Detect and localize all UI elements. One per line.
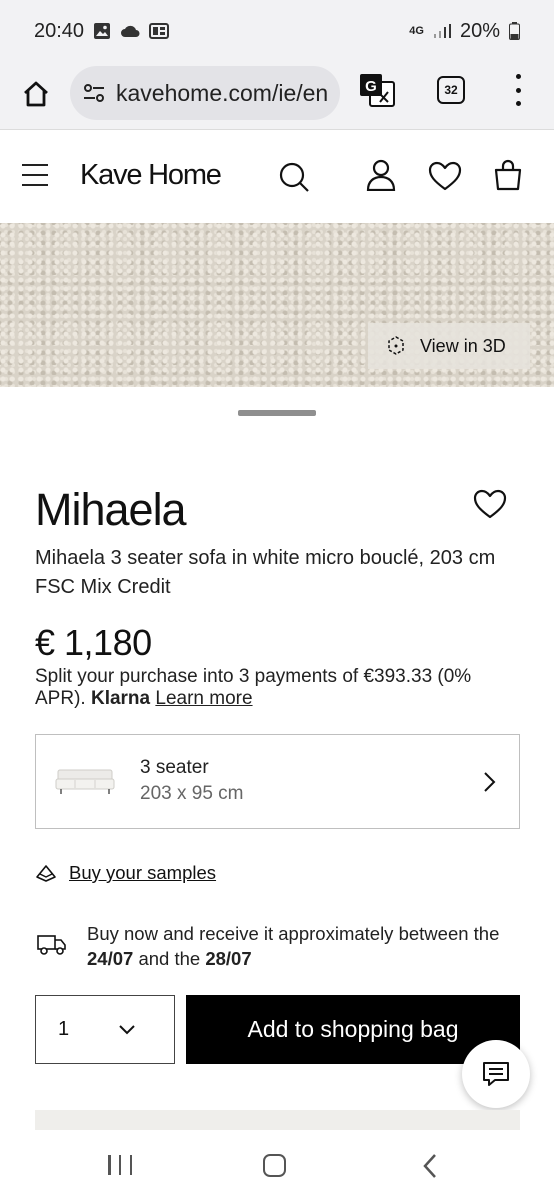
site-logo[interactable]: Kave Home	[80, 159, 222, 192]
system-nav-bar	[0, 1130, 554, 1200]
financing-info: Split your purchase into 3 payments of €…	[35, 666, 525, 710]
klarna-brand: Klarna	[90, 688, 151, 709]
site-header: Kave Home	[0, 131, 554, 223]
recent-apps-button[interactable]	[108, 1155, 132, 1175]
quantity-value: 1	[58, 1018, 70, 1040]
delivery-middle: and the	[138, 948, 201, 969]
heart-icon[interactable]	[428, 161, 462, 196]
translate-button[interactable]: G	[358, 72, 396, 110]
menu-icon[interactable]	[22, 164, 48, 186]
bag-icon[interactable]	[493, 159, 523, 196]
variant-selector[interactable]: 3 seater 203 x 95 cm	[35, 734, 520, 829]
chevron-down-icon	[119, 1024, 135, 1034]
more-icon	[515, 74, 521, 79]
product-subtitle: Mihaela 3 seater sofa in white micro bou…	[35, 547, 496, 598]
truck-icon	[37, 935, 66, 955]
battery-icon	[509, 22, 520, 40]
3d-icon	[388, 336, 404, 355]
variant-name: 3 seater	[140, 757, 209, 778]
quantity-select[interactable]: 1	[35, 995, 175, 1064]
search-icon[interactable]	[278, 161, 310, 198]
app-notification-icon	[149, 23, 170, 39]
delivery-text: Buy now and receive it approximately bet…	[87, 921, 527, 971]
product-title: Mihaela	[35, 484, 187, 535]
delivery-date-to: 28/07	[205, 948, 252, 969]
browser-home-button[interactable]	[18, 74, 54, 114]
home-icon	[24, 81, 48, 107]
variant-dimensions: 203 x 95 cm	[140, 783, 244, 804]
battery-percent: 20%	[459, 19, 500, 42]
chat-button[interactable]	[462, 1040, 530, 1108]
user-icon[interactable]	[366, 159, 396, 196]
address-bar[interactable]: kavehome.com/ie/en	[70, 66, 340, 120]
back-icon	[423, 1154, 436, 1178]
tune-icon[interactable]	[82, 81, 106, 105]
status-time: 20:40	[34, 19, 85, 42]
drag-handle[interactable]	[238, 410, 316, 416]
status-bar: 20:40 4G 20%	[0, 0, 554, 62]
delivery-prefix: Buy now and receive it approximately bet…	[87, 923, 500, 944]
browser-toolbar: kavehome.com/ie/en G 32	[0, 62, 554, 130]
heart-icon	[473, 489, 507, 519]
gallery-notification-icon	[94, 23, 111, 39]
tabs-button[interactable]: 32	[437, 76, 465, 104]
tab-count: 32	[444, 83, 458, 97]
sofa-thumbnail	[55, 769, 115, 794]
chat-icon	[483, 1062, 509, 1086]
buy-samples[interactable]: Buy your samples	[35, 862, 216, 884]
system-back-button[interactable]	[422, 1153, 438, 1184]
product-price: € 1,180	[35, 622, 152, 663]
product-image[interactable]: View in 3D	[0, 223, 554, 387]
more-menu-button[interactable]	[510, 74, 526, 106]
translate-icon: G	[360, 74, 395, 107]
add-to-wishlist-button[interactable]	[472, 488, 508, 525]
view-in-3d-button[interactable]: View in 3D	[368, 323, 530, 369]
signal-icon	[433, 24, 451, 38]
network-type: 4G	[409, 25, 424, 37]
buy-samples-link[interactable]: Buy your samples	[69, 862, 216, 884]
view-in-3d-label: View in 3D	[420, 335, 506, 356]
system-home-button[interactable]	[263, 1154, 286, 1177]
delivery-date-from: 24/07	[87, 948, 134, 969]
chevron-right-icon	[484, 772, 496, 792]
svg-text:G: G	[365, 78, 377, 95]
next-section-strip	[35, 1110, 520, 1130]
cloud-notification-icon	[121, 25, 140, 37]
learn-more-link[interactable]: Learn more	[155, 688, 252, 709]
url-text: kavehome.com/ie/en	[116, 79, 329, 106]
samples-icon	[36, 865, 56, 882]
